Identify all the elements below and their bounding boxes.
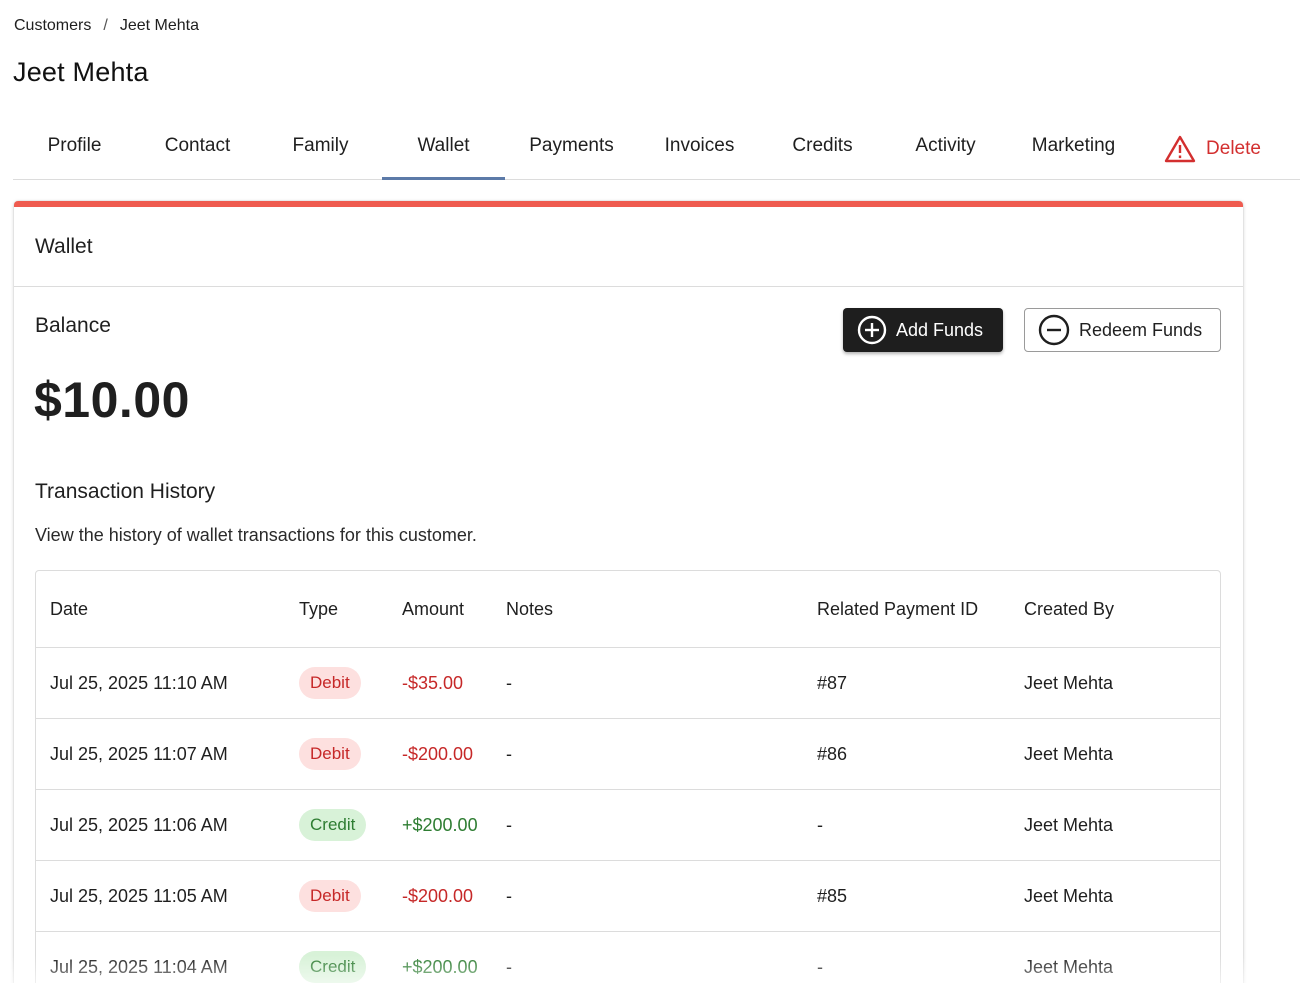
table-row[interactable]: Jul 25, 2025 11:06 AM Credit +$200.00 - … xyxy=(36,790,1220,861)
row-date: Jul 25, 2025 11:10 AM xyxy=(50,672,228,693)
transaction-history-title: Transaction History xyxy=(35,480,216,503)
column-header-date[interactable]: Date xyxy=(50,571,88,647)
row-type: Debit xyxy=(299,648,361,718)
row-related-payment-id: - xyxy=(817,814,823,835)
row-date: Jul 25, 2025 11:06 AM xyxy=(50,814,228,835)
row-amount: +$200.00 xyxy=(402,814,478,835)
tab-contact[interactable]: Contact xyxy=(136,112,259,179)
card-title: Wallet xyxy=(35,235,93,258)
tab-wallet[interactable]: Wallet xyxy=(382,112,505,180)
row-date: Jul 25, 2025 11:05 AM xyxy=(50,885,228,906)
row-type: Credit xyxy=(299,932,367,983)
column-header-notes[interactable]: Notes xyxy=(506,571,553,647)
type-badge-debit: Debit xyxy=(299,667,361,699)
breadcrumb: Customers / Jeet Mehta xyxy=(14,17,199,35)
row-notes: - xyxy=(506,672,512,693)
table-row[interactable]: Jul 25, 2025 11:07 AM Debit -$200.00 - #… xyxy=(36,719,1220,790)
row-created-by: Jeet Mehta xyxy=(1024,672,1114,693)
balance-label: Balance xyxy=(35,314,111,337)
tab-credits[interactable]: Credits xyxy=(761,112,884,179)
breadcrumb-customers-link[interactable]: Customers xyxy=(14,17,91,35)
transaction-history-description: View the history of wallet transactions … xyxy=(35,525,477,545)
add-funds-button[interactable]: Add Funds xyxy=(843,308,1003,352)
row-amount: -$200.00 xyxy=(402,743,474,764)
row-type: Credit xyxy=(299,790,367,860)
minus-circle-icon xyxy=(1038,314,1070,346)
tab-family[interactable]: Family xyxy=(259,112,382,179)
row-created-by: Jeet Mehta xyxy=(1024,956,1114,977)
card-header: Wallet xyxy=(14,207,1243,287)
table-header-row: Date Type Amount Notes Related Payment I… xyxy=(36,571,1220,648)
row-related-payment-id: #87 xyxy=(817,672,848,693)
row-related-payment-id: #85 xyxy=(817,885,848,906)
tab-activity[interactable]: Activity xyxy=(884,112,1007,179)
plus-circle-icon xyxy=(857,315,887,345)
customer-tabs: Profile Contact Family Wallet Payments I… xyxy=(13,112,1300,180)
row-related-payment-id: - xyxy=(817,956,823,977)
breadcrumb-separator: / xyxy=(103,17,108,34)
row-amount: -$200.00 xyxy=(402,885,474,906)
wallet-card: Wallet Balance $10.00 Add Funds Redeem F… xyxy=(14,201,1243,983)
tab-profile[interactable]: Profile xyxy=(13,112,136,179)
row-notes: - xyxy=(506,885,512,906)
breadcrumb-current: Jeet Mehta xyxy=(119,17,199,34)
row-type: Debit xyxy=(299,719,361,789)
type-badge-credit: Credit xyxy=(299,951,367,983)
row-created-by: Jeet Mehta xyxy=(1024,814,1114,835)
row-created-by: Jeet Mehta xyxy=(1024,885,1114,906)
row-amount: +$200.00 xyxy=(402,956,478,977)
row-notes: - xyxy=(506,743,512,764)
row-date: Jul 25, 2025 11:04 AM xyxy=(50,956,228,977)
redeem-funds-label: Redeem Funds xyxy=(1079,319,1203,340)
table-row[interactable]: Jul 25, 2025 11:04 AM Credit +$200.00 - … xyxy=(36,932,1220,983)
page-title: Jeet Mehta xyxy=(13,57,149,87)
row-related-payment-id: #86 xyxy=(817,743,848,764)
tab-payments[interactable]: Payments xyxy=(505,112,638,179)
column-header-created-by[interactable]: Created By xyxy=(1024,571,1114,647)
row-type: Debit xyxy=(299,861,361,931)
row-date: Jul 25, 2025 11:07 AM xyxy=(50,743,228,764)
row-created-by: Jeet Mehta xyxy=(1024,743,1114,764)
row-amount: -$35.00 xyxy=(402,672,464,693)
column-header-type[interactable]: Type xyxy=(299,571,338,647)
delete-label: Delete xyxy=(1206,137,1261,159)
type-badge-credit: Credit xyxy=(299,809,367,841)
type-badge-debit: Debit xyxy=(299,880,361,912)
balance-amount: $10.00 xyxy=(34,372,190,428)
warning-icon xyxy=(1164,135,1196,163)
tab-delete[interactable]: Delete xyxy=(1150,115,1275,182)
add-funds-label: Add Funds xyxy=(896,319,984,340)
tab-invoices[interactable]: Invoices xyxy=(638,112,761,179)
row-notes: - xyxy=(506,814,512,835)
tab-marketing[interactable]: Marketing xyxy=(1007,112,1140,179)
transactions-table: Date Type Amount Notes Related Payment I… xyxy=(35,570,1221,983)
redeem-funds-button[interactable]: Redeem Funds xyxy=(1024,308,1221,352)
type-badge-debit: Debit xyxy=(299,738,361,770)
row-notes: - xyxy=(506,956,512,977)
column-header-amount[interactable]: Amount xyxy=(402,571,464,647)
table-row[interactable]: Jul 25, 2025 11:10 AM Debit -$35.00 - #8… xyxy=(36,648,1220,719)
column-header-related-payment-id[interactable]: Related Payment ID xyxy=(817,571,978,647)
table-row[interactable]: Jul 25, 2025 11:05 AM Debit -$200.00 - #… xyxy=(36,861,1220,932)
